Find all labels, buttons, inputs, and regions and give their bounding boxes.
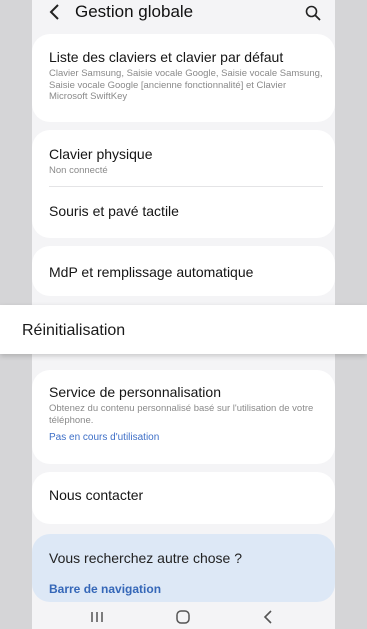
physical-keyboard-title: Clavier physique <box>49 146 153 162</box>
physical-keyboard-status: Non connecté <box>49 165 108 176</box>
keyboards-title: Liste des claviers et clavier par défaut <box>49 49 284 65</box>
page-title: Gestion globale <box>75 2 194 21</box>
arrow-left-icon[interactable] <box>48 4 62 20</box>
physical-keyboard-item[interactable]: Clavier physique Non connecté <box>49 146 323 177</box>
system-navigation-bar <box>32 604 335 629</box>
suggestions-card: Vous recherchez autre chose ? Barre de n… <box>32 534 335 602</box>
mouse-touchpad-item[interactable]: Souris et pavé tactile <box>49 203 323 219</box>
contact-us-item[interactable]: Nous contacter <box>49 487 323 503</box>
contact-card: Nous contacter <box>32 472 335 524</box>
reset-label: Réinitialisation <box>22 322 126 339</box>
passwords-card: MdP et remplissage automatique <box>32 246 335 296</box>
contact-us-title: Nous contacter <box>49 487 144 503</box>
home-icon[interactable] <box>174 609 192 625</box>
header: Gestion globale <box>32 0 335 26</box>
search-icon[interactable] <box>305 5 321 21</box>
navigation-bar-link[interactable]: Barre de navigation <box>49 582 161 596</box>
recents-icon[interactable] <box>88 609 106 625</box>
divider <box>49 186 323 187</box>
keyboards-card: Liste des claviers et clavier par défaut… <box>32 34 335 122</box>
back-icon[interactable] <box>260 609 278 625</box>
keyboards-list-item[interactable]: Liste des claviers et clavier par défaut… <box>49 49 323 103</box>
personalization-card: Service de personnalisation Obtenez du c… <box>32 370 335 464</box>
passwords-autofill-item[interactable]: MdP et remplissage automatique <box>49 264 323 280</box>
personalization-title: Service de personnalisation <box>49 384 221 400</box>
passwords-autofill-title: MdP et remplissage automatique <box>49 264 254 280</box>
input-devices-card: Clavier physique Non connecté Souris et … <box>32 130 335 238</box>
personalization-service-item[interactable]: Service de personnalisation Obtenez du c… <box>49 384 323 443</box>
reset-item[interactable]: Réinitialisation <box>0 305 367 354</box>
keyboards-subtitle: Clavier Samsung, Saisie vocale Google, S… <box>49 68 323 102</box>
personalization-status: Pas en cours d'utilisation <box>49 432 160 443</box>
personalization-subtitle: Obtenez du contenu personnalisé basé sur… <box>49 403 314 426</box>
suggestions-title: Vous recherchez autre chose ? <box>49 550 243 566</box>
mouse-touchpad-title: Souris et pavé tactile <box>49 203 179 219</box>
